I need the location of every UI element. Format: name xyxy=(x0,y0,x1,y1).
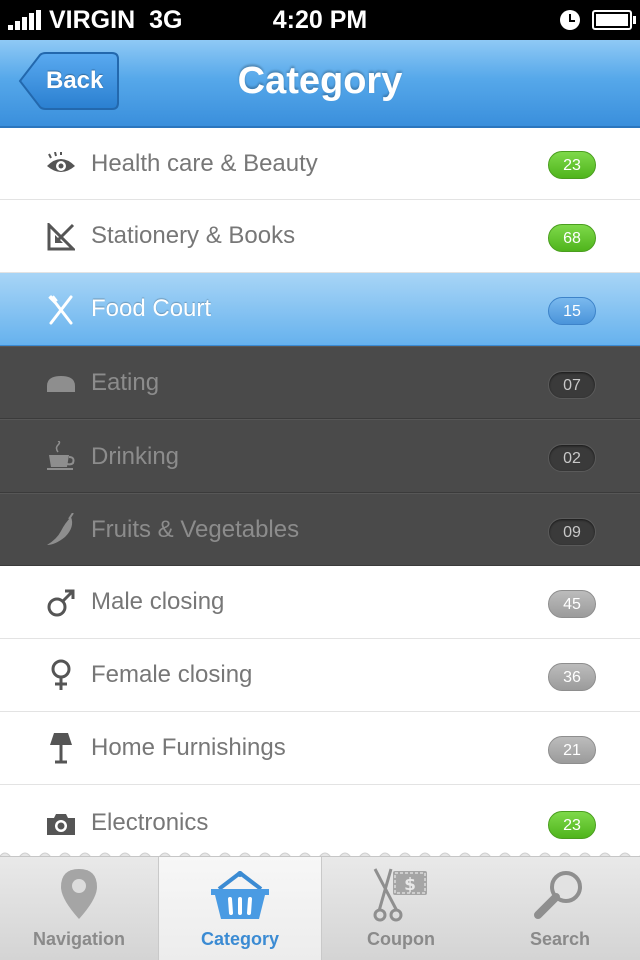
count-badge: 23 xyxy=(548,151,596,179)
back-button-label: Back xyxy=(46,67,104,94)
category-label: Stationery & Books xyxy=(91,222,296,249)
list-item[interactable]: Male closing 45 xyxy=(0,566,640,639)
count-badge: 02 xyxy=(548,444,596,472)
camera-icon xyxy=(44,807,78,841)
list-item-selected[interactable]: Food Court 15 xyxy=(0,273,640,346)
bread-icon xyxy=(44,367,78,401)
tab-label: Coupon xyxy=(367,929,435,949)
status-time: 4:20 PM xyxy=(272,6,368,34)
tab-bar: Navigation Category $ Coupon Search xyxy=(0,856,640,960)
count-badge: 07 xyxy=(548,371,596,399)
count-badge: 45 xyxy=(548,590,596,618)
count-badge: 68 xyxy=(548,224,596,252)
category-list: Health care & Beauty 23 Stationery & Boo… xyxy=(0,128,640,862)
status-bar: VIRGIN 3G 4:20 PM xyxy=(0,0,640,40)
list-item-subcategory[interactable]: Eating 07 xyxy=(0,346,640,419)
male-symbol-icon xyxy=(44,586,78,620)
list-item-subcategory[interactable]: Drinking 02 xyxy=(0,419,640,493)
back-button[interactable]: Back xyxy=(18,52,120,112)
count-badge: 21 xyxy=(548,736,596,764)
tab-category[interactable]: Category xyxy=(158,857,322,960)
category-label: Fruits & Vegetables xyxy=(91,516,300,543)
eye-icon xyxy=(44,147,78,181)
list-item[interactable]: Stationery & Books 68 xyxy=(0,200,640,273)
list-item[interactable]: Health care & Beauty 23 xyxy=(0,128,640,200)
alarm-clock-icon xyxy=(560,10,580,30)
lamp-icon xyxy=(44,731,78,765)
tab-navigation[interactable]: Navigation xyxy=(0,857,158,960)
tab-search[interactable]: Search xyxy=(480,857,640,960)
fork-knife-icon xyxy=(44,293,78,327)
category-label: Electronics xyxy=(91,809,209,836)
ruler-triangle-icon xyxy=(44,220,78,254)
magnifier-icon xyxy=(532,867,588,926)
battery-icon xyxy=(592,10,636,30)
tab-label: Navigation xyxy=(32,929,125,949)
map-pin-icon xyxy=(59,867,99,926)
basket-icon xyxy=(209,871,271,926)
count-badge: 23 xyxy=(548,811,596,839)
female-symbol-icon xyxy=(44,658,78,692)
category-label: Drinking xyxy=(91,443,180,470)
list-item[interactable]: Female closing 36 xyxy=(0,639,640,712)
category-label: Male closing xyxy=(91,588,225,615)
coffee-cup-icon xyxy=(44,440,78,474)
count-badge: 09 xyxy=(548,518,596,546)
coupon-scissors-icon: $ xyxy=(371,867,431,928)
category-label: Female closing xyxy=(91,661,253,688)
list-item[interactable]: Home Furnishings 21 xyxy=(0,712,640,785)
category-label: Health care & Beauty xyxy=(91,150,318,177)
tab-label: Search xyxy=(529,929,591,949)
category-label: Home Furnishings xyxy=(91,734,286,761)
count-badge: 15 xyxy=(548,297,596,325)
category-label: Eating xyxy=(91,369,160,396)
category-label: Food Court xyxy=(91,295,212,322)
chili-pepper-icon xyxy=(44,513,78,547)
navigation-bar: Category Back xyxy=(0,40,640,128)
svg-text:$: $ xyxy=(404,875,416,895)
tab-label: Category xyxy=(200,929,280,949)
list-item-subcategory[interactable]: Fruits & Vegetables 09 xyxy=(0,493,640,566)
tab-coupon[interactable]: $ Coupon xyxy=(322,857,480,960)
count-badge: 36 xyxy=(548,663,596,691)
